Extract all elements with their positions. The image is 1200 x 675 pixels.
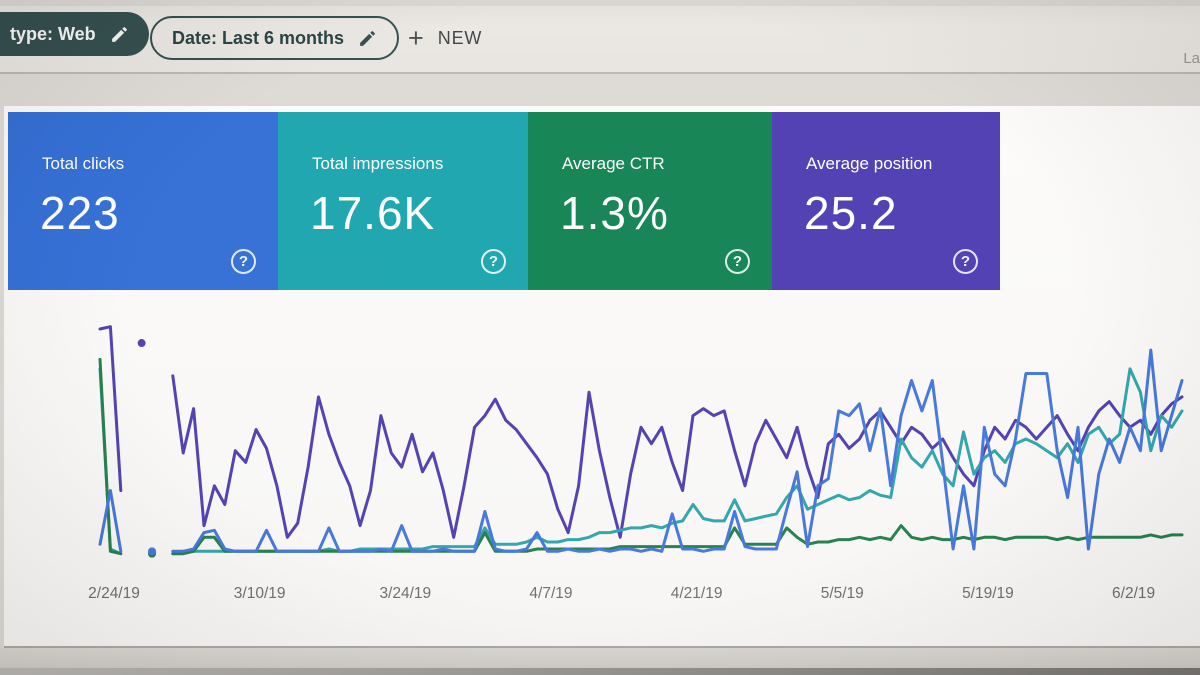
edit-pencil-icon: [360, 30, 375, 46]
search-type-chip-label: type: Web: [10, 23, 96, 44]
new-filter-button[interactable]: + NEW: [402, 24, 488, 53]
date-range-chip[interactable]: Date: Last 6 months: [150, 16, 400, 60]
screen-bottom-edge: [0, 668, 1200, 675]
truncated-last-updated-text: La: [1183, 50, 1200, 67]
metric-card-average-ctr[interactable]: Average CTR 1.3% ?: [528, 112, 772, 290]
position-line: [171, 374, 1184, 539]
axis-tick-label: 5/5/19: [821, 585, 864, 602]
clicks-data-point: [148, 547, 157, 556]
metric-card-total-impressions[interactable]: Total impressions 17.6K ?: [278, 112, 528, 290]
plus-icon: +: [408, 23, 424, 53]
metric-label: Average CTR: [562, 154, 665, 173]
new-filter-label: NEW: [437, 28, 483, 48]
help-icon[interactable]: ?: [725, 249, 750, 274]
metric-value: 25.2: [804, 187, 898, 239]
metric-label: Average position: [806, 154, 933, 173]
date-range-chip-label: Date: Last 6 months: [172, 27, 345, 48]
axis-tick-label: 4/7/19: [529, 585, 572, 602]
axis-tick-label: 5/19/19: [962, 585, 1014, 602]
metric-value: 1.3%: [560, 187, 669, 239]
axis-tick-label: 3/24/19: [379, 585, 431, 602]
position-data-point: [137, 339, 146, 348]
metric-label: Total impressions: [312, 154, 444, 173]
metric-label: Total clicks: [42, 154, 125, 173]
metric-value: 17.6K: [310, 187, 436, 239]
performance-panel: Total clicks 223 ? Total impressions 17.…: [4, 106, 1200, 648]
impressions-line: [171, 367, 1184, 556]
metric-card-average-position[interactable]: Average position 25.2 ?: [772, 112, 1000, 290]
metric-cards-row: Total clicks 223 ? Total impressions 17.…: [8, 112, 1000, 290]
filter-toolbar: type: Web Date: Last 6 months + NEW La: [0, 0, 1200, 74]
edit-pencil-icon: [111, 26, 127, 42]
help-icon[interactable]: ?: [481, 249, 506, 274]
axis-tick-label: 3/10/19: [234, 585, 286, 602]
search-type-chip[interactable]: type: Web: [0, 12, 149, 56]
help-icon[interactable]: ?: [231, 249, 256, 274]
metric-card-total-clicks[interactable]: Total clicks 223 ?: [8, 112, 278, 290]
axis-tick-label: 2/24/19: [88, 585, 140, 602]
axis-tick-label: 4/21/19: [671, 585, 723, 602]
help-icon[interactable]: ?: [953, 249, 978, 274]
axis-tick-label: 6/2/19: [1112, 585, 1155, 602]
performance-line-chart[interactable]: 2/24/19 3/10/19 3/24/19 4/7/19 4/21/19 5/5/19…: [86, 310, 1196, 640]
metric-value: 223: [40, 187, 120, 239]
